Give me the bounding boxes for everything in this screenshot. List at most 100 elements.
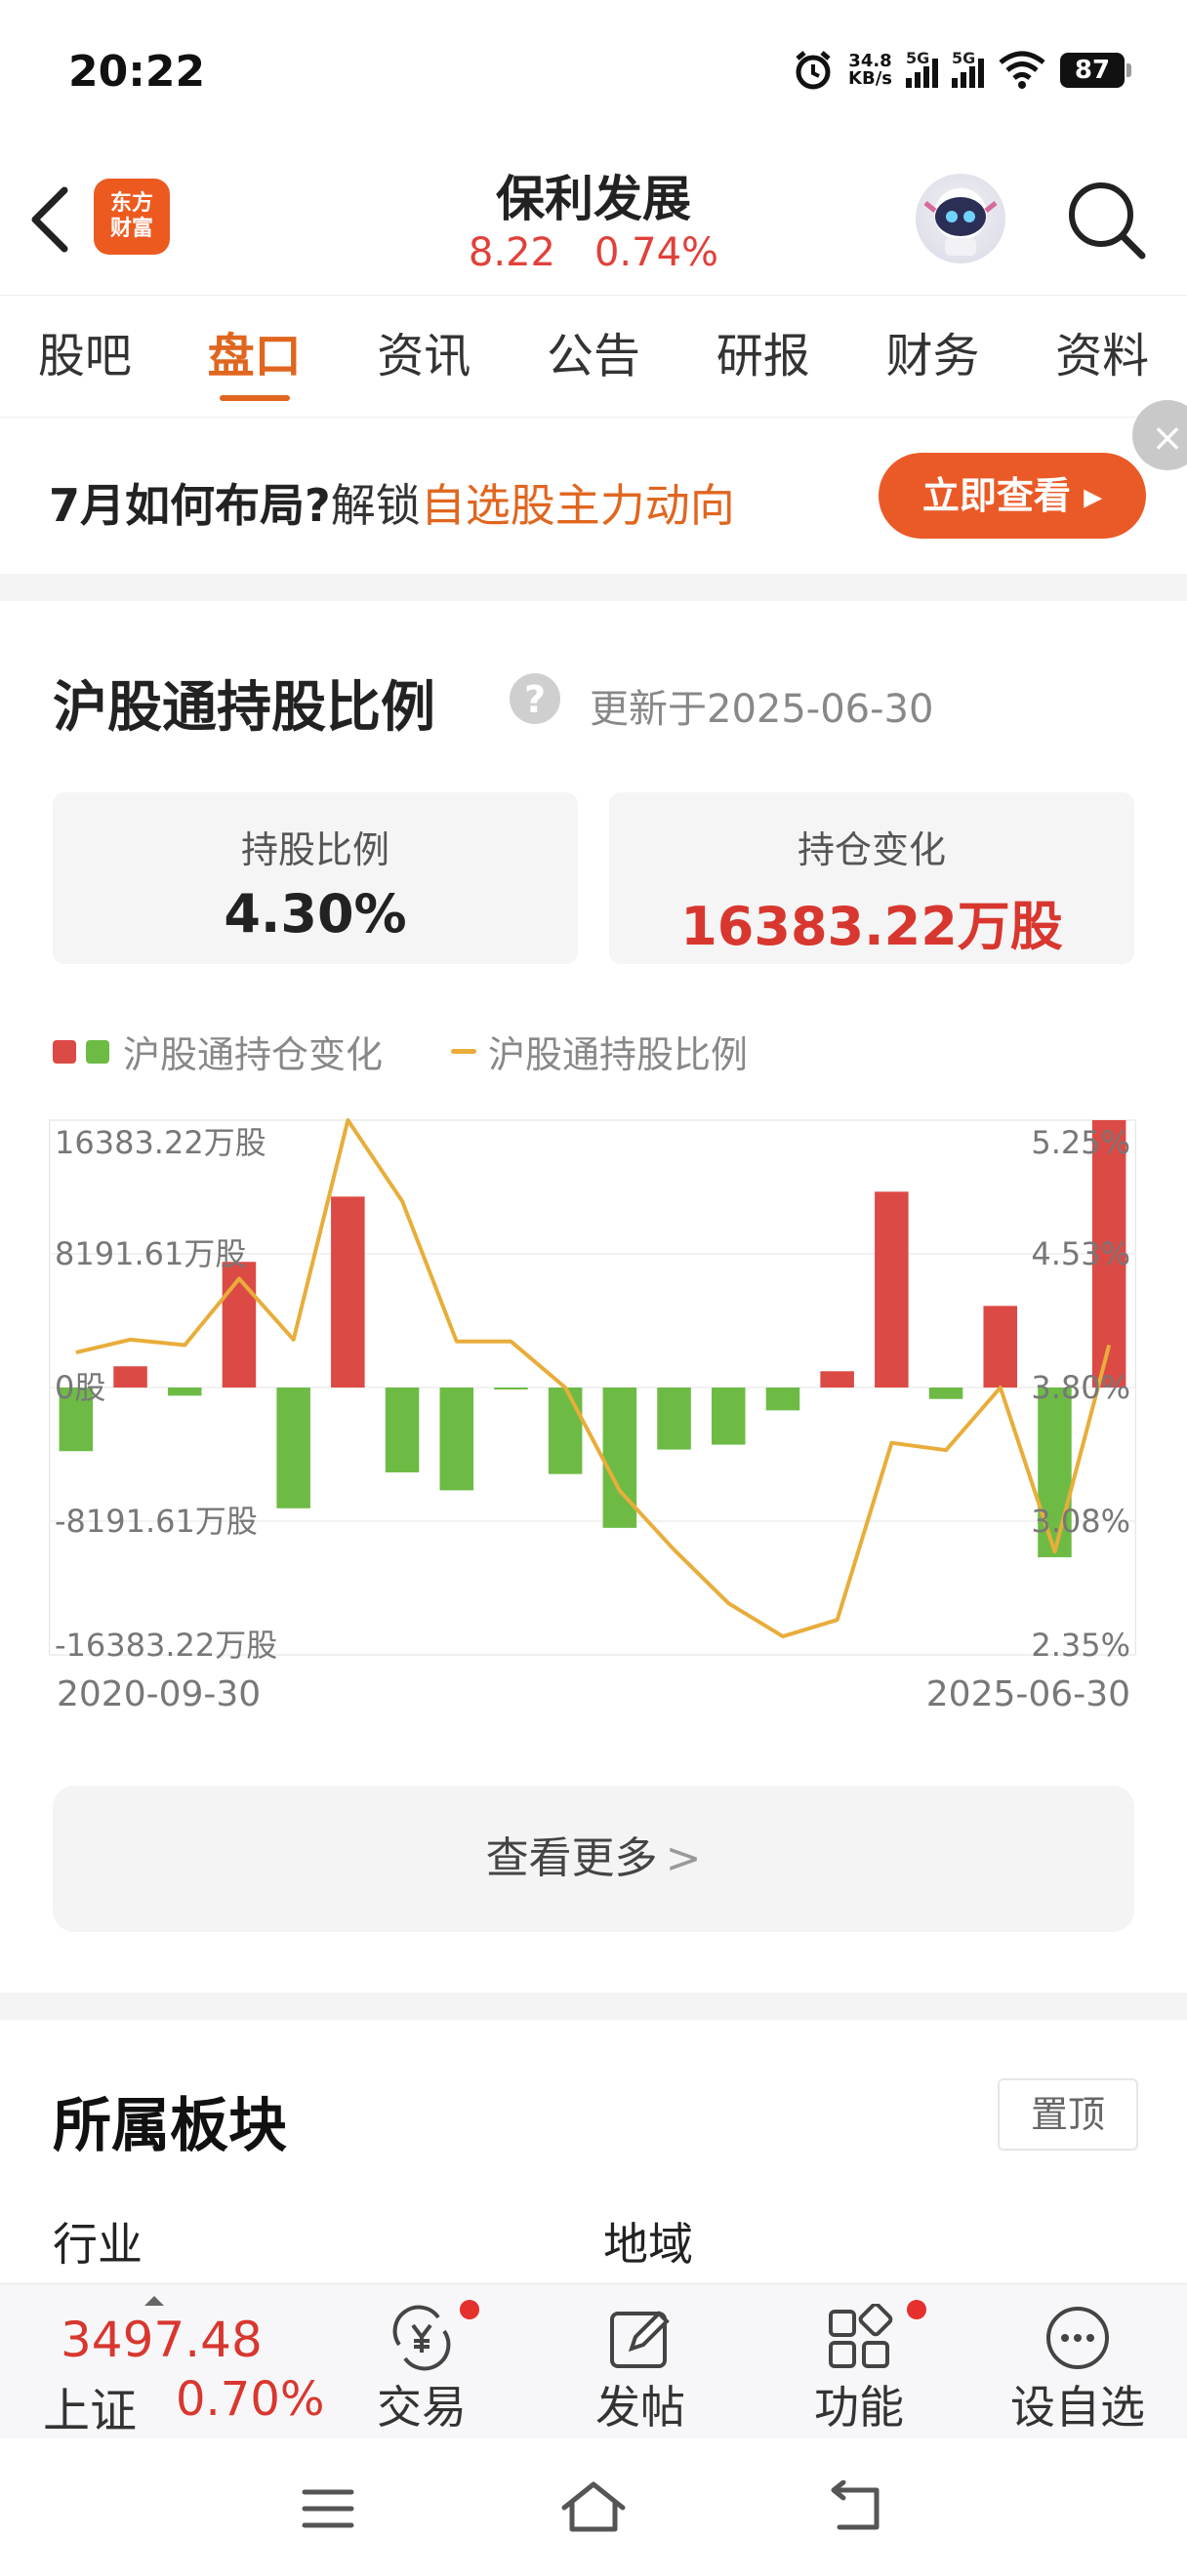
holding-ratio-value: 4.30% xyxy=(224,883,407,945)
chart-bar xyxy=(494,1388,528,1389)
chart-bar xyxy=(711,1388,746,1445)
close-icon[interactable]: × xyxy=(1132,400,1187,470)
banner-highlight: 自选股主力动向 xyxy=(420,479,735,532)
chart-left-tick: -16383.22万股 xyxy=(55,1627,277,1661)
banner-text: 7月如何布局?解锁自选股主力动向 xyxy=(49,470,735,535)
chart-bar xyxy=(657,1388,691,1450)
region-label: 地域 xyxy=(603,2218,693,2271)
industry-label: 行业 xyxy=(53,2218,143,2271)
position-change-card: 持仓变化 16383.22万股 xyxy=(609,792,1134,964)
chart-legend: 沪股通持仓变化 沪股通持股比例 xyxy=(53,1025,748,1078)
section-divider xyxy=(0,574,1187,601)
nav-add-watchlist[interactable]: 设自选 xyxy=(990,2294,1166,2434)
menu-icon[interactable] xyxy=(299,2484,357,2533)
view-more-button[interactable]: 查看更多 > xyxy=(53,1786,1134,1932)
position-change-label: 持仓变化 xyxy=(797,828,946,871)
holding-ratio-card: 持股比例 4.30% xyxy=(53,792,578,964)
index-value: 3497.48 xyxy=(61,2312,263,2368)
caret-up-icon xyxy=(144,2296,164,2306)
legend-line-swatch xyxy=(451,1049,477,1054)
view-more-label: 查看更多 xyxy=(485,1833,658,1883)
chart-right-tick: 3.08% xyxy=(1031,1503,1130,1540)
tab-news[interactable]: 资讯 xyxy=(339,296,509,417)
trade-yuan-icon xyxy=(392,2305,451,2371)
index-name: 上证 xyxy=(43,2384,138,2438)
status-time: 20:22 xyxy=(68,47,206,97)
stock-tabs: 股吧 盘口 资讯 公告 研报 财务 资料 xyxy=(0,295,1187,418)
network-speed-unit: KB/s xyxy=(848,68,892,89)
chart-bar xyxy=(875,1191,909,1388)
stock-quote: 8.22 0.74% xyxy=(0,230,1187,275)
chart-left-tick: 0股 xyxy=(55,1369,105,1406)
nav-post[interactable]: 发帖 xyxy=(553,2294,728,2434)
update-time: 更新于2025-06-30 xyxy=(590,687,934,732)
chart-x-start-label: 2020-09-30 xyxy=(57,1674,262,1714)
stock-price: 8.22 xyxy=(468,230,555,275)
chart-bar xyxy=(765,1388,800,1411)
chevron-right-icon: > xyxy=(665,1833,702,1883)
signal-icon-sim1: 5G xyxy=(906,49,938,88)
chart-x-end-label: 2025-06-30 xyxy=(925,1674,1130,1714)
tab-announcements[interactable]: 公告 xyxy=(509,296,678,417)
chart-right-tick: 5.25% xyxy=(1031,1124,1130,1161)
signal-icon-sim2: 5G xyxy=(952,49,984,88)
system-navigation-bar xyxy=(0,2439,1187,2576)
section-divider xyxy=(0,1992,1187,2020)
tab-guba[interactable]: 股吧 xyxy=(0,296,170,417)
nav-trade-label: 交易 xyxy=(377,2381,467,2434)
chart-bar xyxy=(113,1366,147,1388)
chart-bar xyxy=(331,1196,365,1388)
status-bar: 20:22 34.8 KB/s 5G 5G 87 xyxy=(0,0,1187,146)
banner-prefix: 7月如何布局? xyxy=(49,479,331,532)
chart-bar xyxy=(385,1388,420,1472)
chart-bar xyxy=(820,1371,854,1388)
legend-green-swatch xyxy=(86,1039,109,1064)
stock-change-pct: 0.74% xyxy=(594,230,719,275)
section-title: 沪股通持股比例 xyxy=(53,676,435,740)
tab-pankou[interactable]: 盘口 xyxy=(170,296,340,417)
sector-title: 所属板块 xyxy=(53,2092,287,2160)
ai-assistant-robot-icon[interactable] xyxy=(916,174,1005,263)
pin-top-button[interactable]: 置顶 xyxy=(998,2078,1138,2151)
index-ticker[interactable]: 3497.48 上证 0.70% xyxy=(0,2284,332,2438)
bottom-toolbar: 3497.48 上证 0.70% 交易 发帖 功能 设自选 xyxy=(0,2283,1187,2438)
status-icons: 34.8 KB/s 5G 5G 87 xyxy=(792,49,1131,92)
nav-functions-label: 功能 xyxy=(814,2381,904,2434)
edit-post-icon xyxy=(610,2311,670,2368)
banner-middle: 解锁 xyxy=(330,479,421,532)
tab-research[interactable]: 研报 xyxy=(678,296,848,417)
chart-bar xyxy=(548,1388,583,1474)
help-icon[interactable]: ? xyxy=(510,673,560,724)
wifi-icon xyxy=(999,51,1045,89)
legend-line-label: 沪股通持股比例 xyxy=(488,1033,749,1076)
chart-bar xyxy=(983,1306,1018,1388)
nav-functions[interactable]: 功能 xyxy=(771,2294,947,2434)
tab-finance[interactable]: 财务 xyxy=(848,296,1018,417)
chart-right-tick: 3.80% xyxy=(1031,1369,1130,1406)
network-speed: 34.8 KB/s xyxy=(848,53,892,88)
hsgt-chart: 16383.22万股 8191.61万股 0股 -8191.61万股 -16383.22… xyxy=(49,1118,1136,1661)
stock-name: 保利发展 xyxy=(496,171,691,227)
chart-bar xyxy=(439,1388,474,1491)
promo-banner[interactable]: 7月如何布局?解锁自选股主力动向 立即查看 ▸ × xyxy=(0,400,1187,574)
nav-trade[interactable]: 交易 xyxy=(334,2294,510,2434)
home-icon[interactable] xyxy=(558,2478,629,2537)
sim2-label: 5G xyxy=(952,49,976,67)
view-now-button[interactable]: 立即查看 ▸ xyxy=(879,453,1146,539)
chart-right-tick: 4.53% xyxy=(1031,1235,1130,1272)
chart-left-tick: 16383.22万股 xyxy=(55,1124,266,1161)
sim1-label: 5G xyxy=(906,49,930,67)
nav-post-label: 发帖 xyxy=(595,2381,685,2434)
holding-ratio-label: 持股比例 xyxy=(240,828,389,871)
grid-apps-icon xyxy=(829,2302,893,2368)
search-icon[interactable] xyxy=(1064,178,1148,262)
position-change-value: 16383.22万股 xyxy=(680,896,1063,957)
battery-icon: 87 xyxy=(1060,53,1131,88)
nav-add-watchlist-label: 设自选 xyxy=(1010,2381,1145,2434)
notification-dot xyxy=(460,2300,479,2319)
index-change: 0.70% xyxy=(176,2372,325,2427)
chart-bar xyxy=(602,1388,637,1528)
tab-profile[interactable]: 资料 xyxy=(1017,296,1187,417)
back-icon[interactable] xyxy=(826,2480,888,2535)
chart-left-tick: 8191.61万股 xyxy=(55,1235,246,1272)
